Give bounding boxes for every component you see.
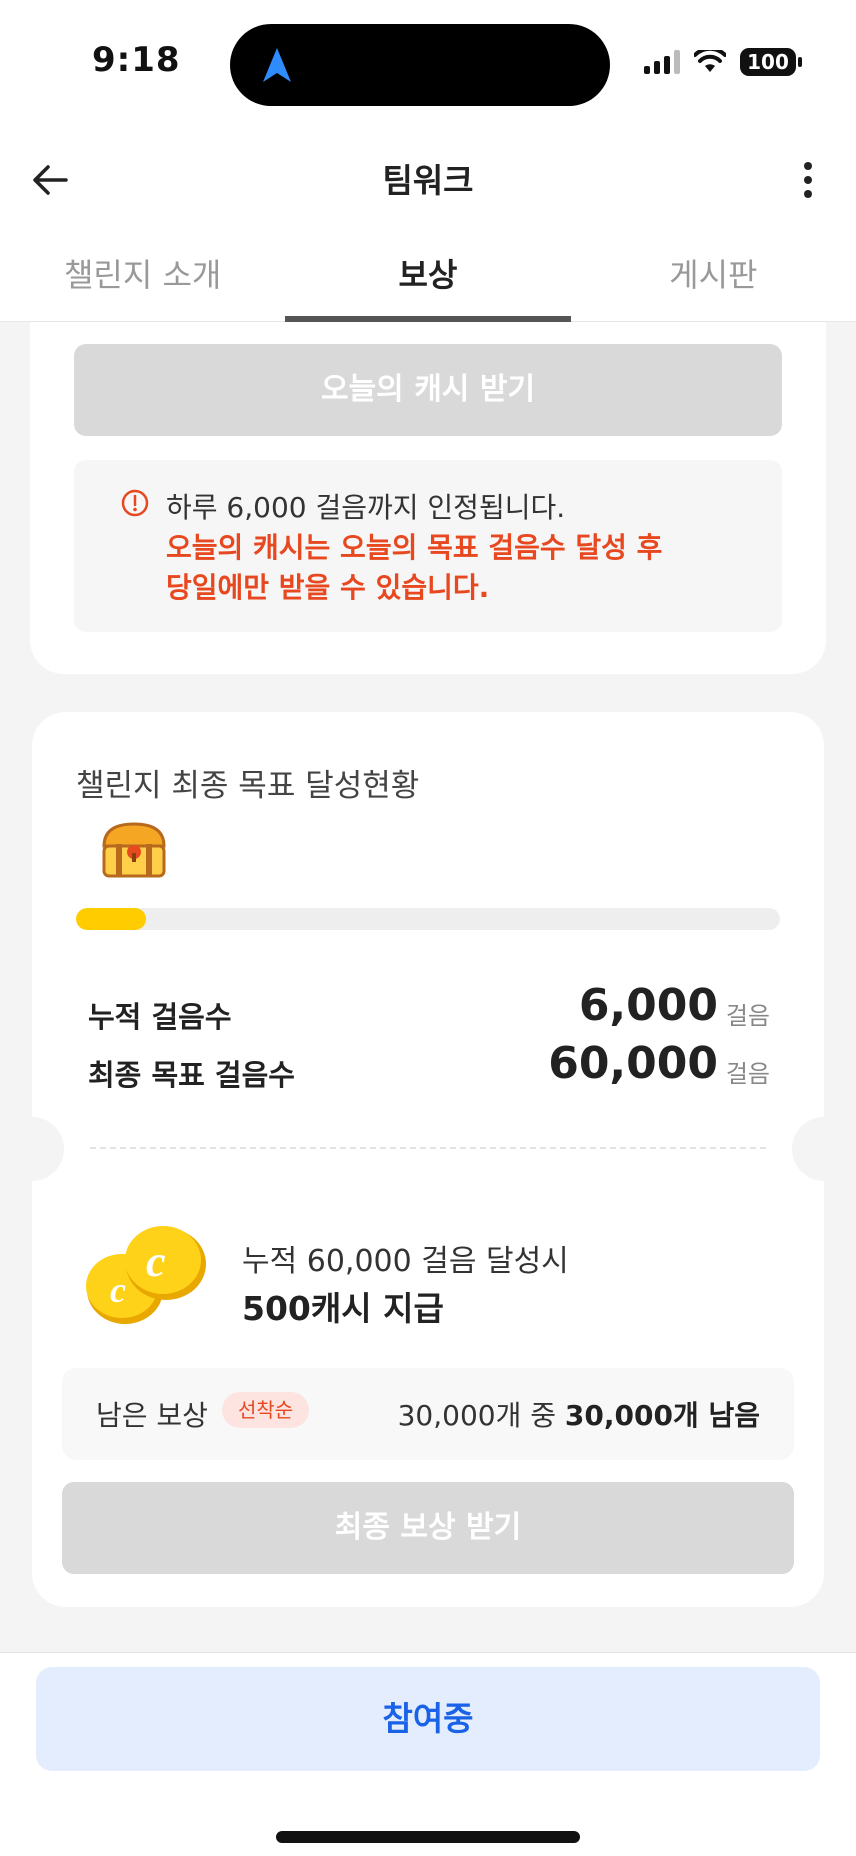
coins-icon: c c [86,1226,206,1324]
dashed-divider [90,1147,766,1149]
home-indicator[interactable] [276,1831,580,1843]
target-steps-value: 60,000 [548,1038,718,1089]
first-come-badge: 선착순 [222,1392,310,1428]
wifi-icon [694,50,726,72]
remaining-total: 30,000개 중 [397,1399,557,1432]
goal-progress-bar [76,908,780,930]
tab-reward[interactable]: 보상 [285,230,571,322]
final-reward-button[interactable]: 최종 보상 받기 [62,1482,794,1574]
remaining-left: 30,000개 남음 [564,1399,760,1432]
tab-board[interactable]: 게시판 [571,230,856,321]
ticket-notch-right [792,1117,856,1181]
remaining-rewards-box: 남은 보상 선착순 30,000개 중 30,000개 남음 [62,1368,794,1460]
status-icons: 100 [644,48,802,76]
accumulated-steps-unit: 걸음 [725,1002,770,1030]
more-vertical-icon [804,162,812,170]
status-bar: 9:18 100 [0,0,856,130]
remaining-label: 남은 보상 [96,1399,208,1432]
location-arrow-icon [263,48,291,82]
tab-bar: 챌린지 소개 보상 게시판 [0,230,856,322]
reward-condition: 누적 60,000 걸음 달성시 [242,1244,569,1279]
page-title: 팀워크 [382,161,474,200]
alert-circle-icon [121,489,149,517]
today-cash-card: 오늘의 캐시 받기 하루 6,000 걸음까지 인정됩니다. 오늘의 캐시는 오… [30,322,826,674]
notice-text: 하루 6,000 걸음까지 인정됩니다. [166,491,566,524]
status-time: 9:18 [92,40,181,80]
notice-warning-line2: 당일에만 받을 수 있습니다. [166,571,490,604]
today-cash-button[interactable]: 오늘의 캐시 받기 [74,344,782,436]
app-header: 팀워크 [0,130,856,230]
notice-box: 하루 6,000 걸음까지 인정됩니다. 오늘의 캐시는 오늘의 목표 걸음수 … [74,460,782,632]
goal-progress-fill [76,908,147,930]
svg-text:c: c [110,1270,126,1310]
reward-amount: 500캐시 지급 [242,1289,444,1328]
notice-warning: 오늘의 캐시는 오늘의 목표 걸음수 달성 후 당일에만 받을 수 있습니다. [166,528,662,608]
dynamic-island [230,24,610,106]
signal-icon [644,50,680,74]
treasure-chest-icon [102,822,166,878]
battery-icon: 100 [740,48,802,76]
more-options-button[interactable] [780,152,836,208]
target-steps-label: 최종 목표 걸음수 [88,1058,295,1092]
ticket-notch-left [0,1117,64,1181]
notice-warning-line1: 오늘의 캐시는 오늘의 목표 걸음수 달성 후 [166,531,663,564]
goal-title: 챌린지 최종 목표 달성현황 [76,768,420,804]
tab-challenge-intro[interactable]: 챌린지 소개 [0,230,285,321]
participating-button[interactable]: 참여중 [36,1667,820,1771]
target-steps-unit: 걸음 [725,1060,770,1088]
final-goal-card: 챌린지 최종 목표 달성현황 누적 걸음수 6,000 걸음 최종 목표 걸음수… [0,712,856,1607]
bottom-action-bar: 참여중 [0,1652,856,1856]
remaining-count: 30,000개 중 30,000개 남음 [398,1394,760,1434]
accumulated-steps-value: 6,000 [578,980,718,1031]
accumulated-steps-label: 누적 걸음수 [88,1000,232,1034]
svg-text:c: c [146,1237,166,1286]
